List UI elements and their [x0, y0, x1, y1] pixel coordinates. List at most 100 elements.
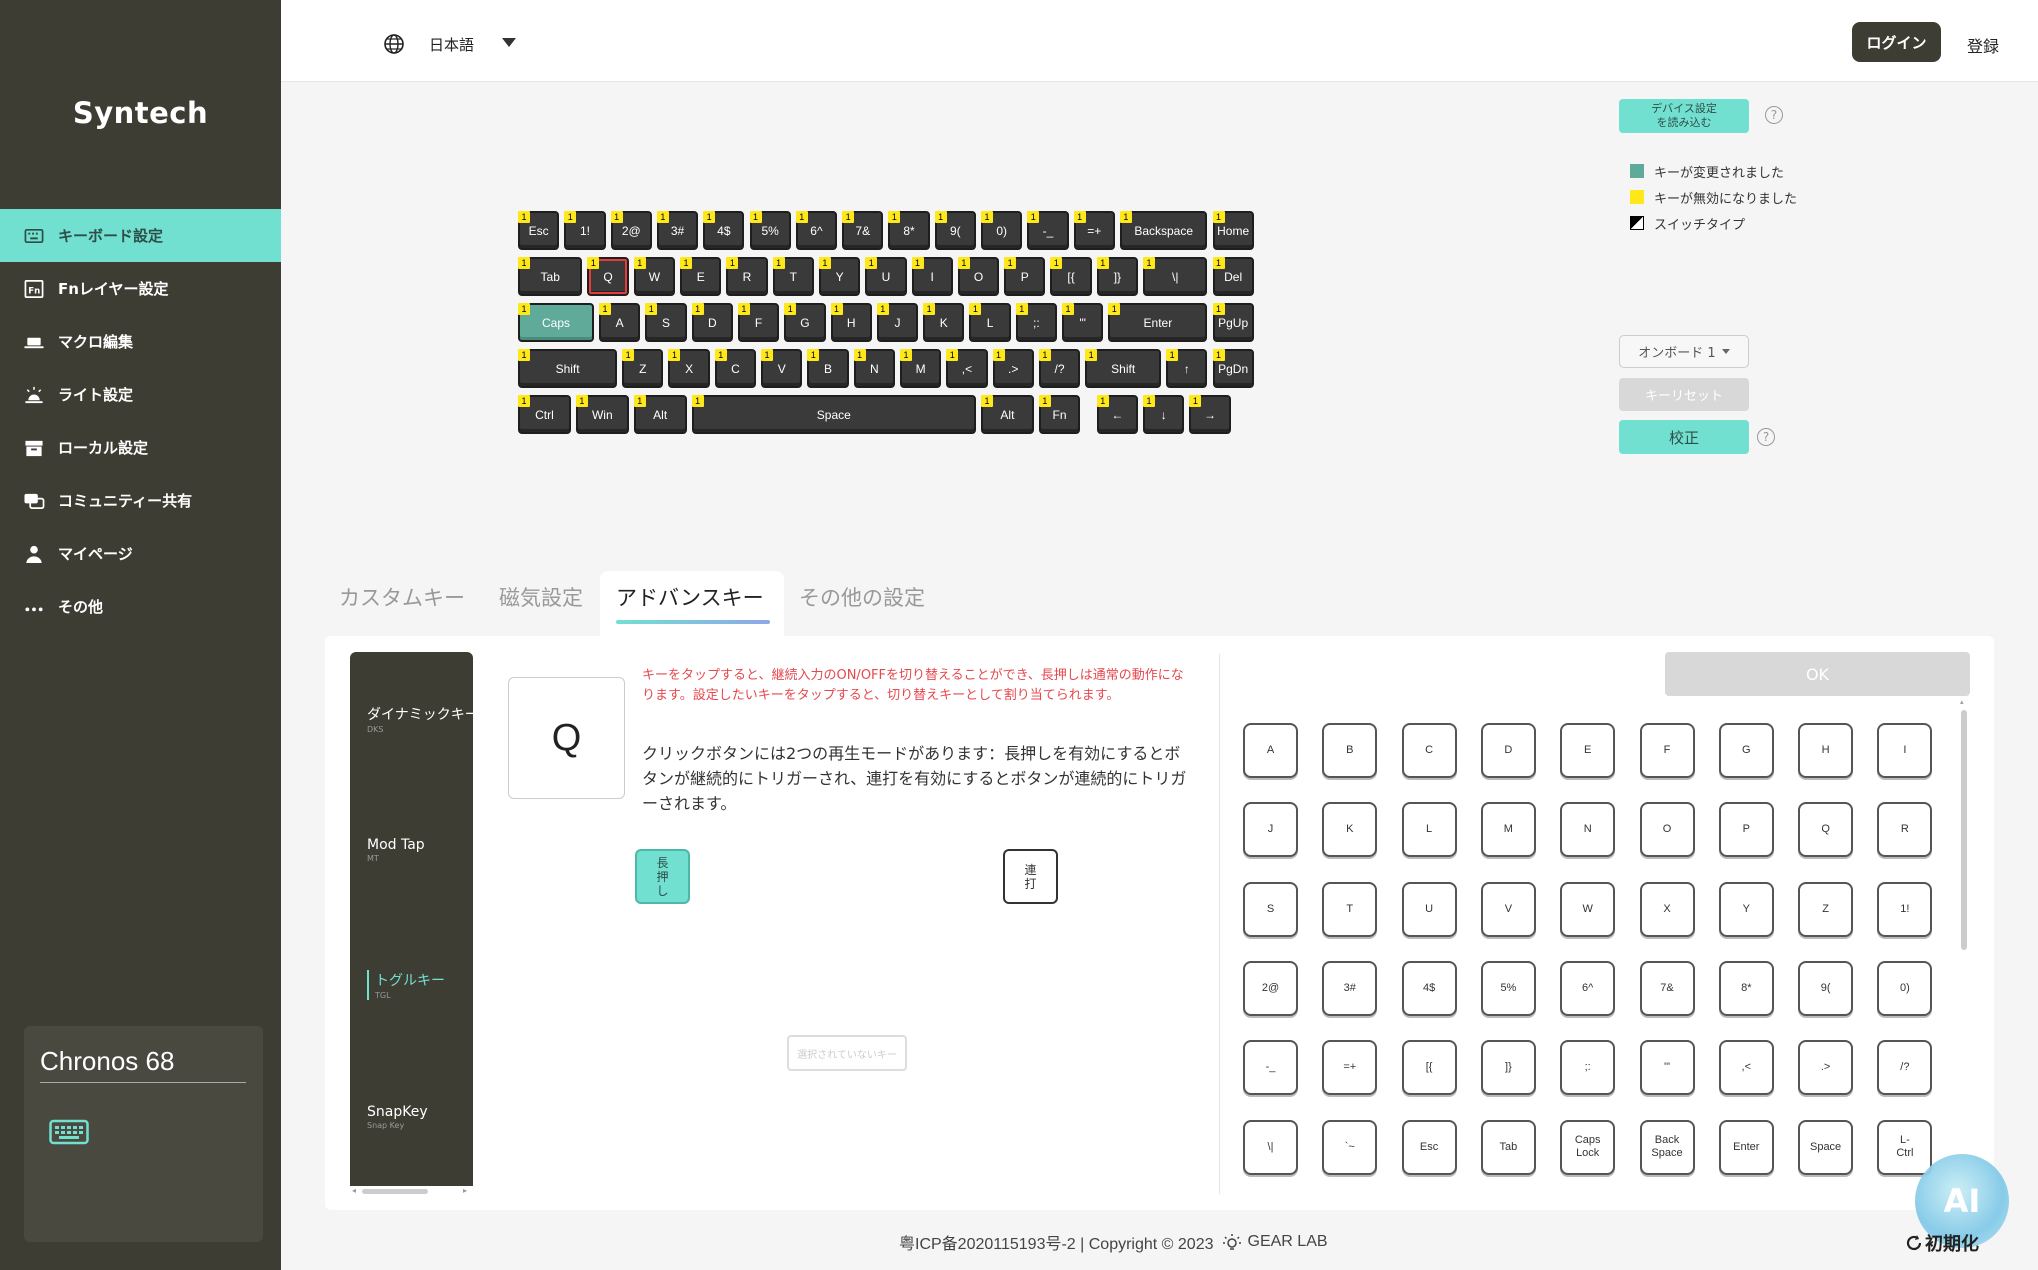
device-card[interactable]: Chronos 68	[24, 1026, 263, 1242]
key-option[interactable]: 3#	[1322, 960, 1378, 1016]
key-3-6[interactable]: 1N	[853, 349, 895, 388]
key-option[interactable]: Tab	[1480, 1119, 1536, 1175]
key-0-4[interactable]: 1 4$	[703, 211, 745, 250]
tab-other-settings[interactable]: その他の設定	[799, 582, 925, 612]
tab-magnetic-settings[interactable]: 磁気設定	[499, 582, 583, 612]
key-4-0[interactable]: 1 Ctrl	[518, 395, 571, 434]
key-2-0[interactable]: 1 Caps	[518, 303, 595, 342]
key-0-10[interactable]: 1 0)	[981, 211, 1023, 250]
mode-list-scrollbar[interactable]: ◂ ▸	[350, 1186, 473, 1196]
read-device-settings-button[interactable]: デバイス設定 を読み込む	[1619, 99, 1749, 133]
advanced-mode-2[interactable]: トグルキー TGL	[367, 970, 445, 1000]
key-4-6[interactable]: 1 ←	[1096, 395, 1139, 434]
key-option[interactable]: L- Ctrl	[1877, 1119, 1933, 1175]
key-option[interactable]: -_	[1243, 1040, 1298, 1096]
key-2-5[interactable]: 1G	[784, 303, 826, 342]
key-option[interactable]: G	[1718, 723, 1774, 778]
key-option[interactable]: 1!	[1877, 881, 1933, 937]
key-2-6[interactable]: 1H	[830, 303, 872, 342]
key-3-11[interactable]: 1 Shift	[1085, 349, 1162, 388]
key-1-8[interactable]: 1I	[911, 257, 953, 296]
key-option[interactable]: Enter	[1718, 1119, 1774, 1175]
key-option[interactable]: F	[1639, 723, 1695, 778]
key-1-7[interactable]: 1U	[865, 257, 907, 296]
key-2-8[interactable]: 1K	[923, 303, 965, 342]
rapid-fire-button[interactable]: 連打	[1003, 849, 1058, 904]
sidebar-item-1[interactable]: Fn Fnレイヤー設定	[0, 262, 281, 315]
key-option[interactable]: A	[1243, 723, 1298, 778]
language-select[interactable]: 日本語	[429, 34, 474, 55]
key-option[interactable]: W	[1560, 881, 1616, 937]
sidebar-item-3[interactable]: ライト設定	[0, 368, 281, 421]
sidebar-item-7[interactable]: その他	[0, 580, 281, 633]
key-3-12[interactable]: 1 ↑	[1166, 349, 1208, 388]
key-option[interactable]: 4$	[1401, 960, 1457, 1016]
key-option[interactable]: J	[1243, 802, 1298, 858]
key-0-11[interactable]: 1 -_	[1027, 211, 1069, 250]
key-option[interactable]: ,<	[1718, 1040, 1774, 1096]
key-1-11[interactable]: 1 [{	[1050, 257, 1092, 296]
key-0-2[interactable]: 1 2@	[610, 211, 652, 250]
key-option[interactable]: P	[1718, 802, 1774, 858]
key-option[interactable]: ]}	[1480, 1040, 1536, 1096]
scroll-thumb[interactable]	[1961, 710, 1967, 950]
key-4-5[interactable]: 1 Fn	[1038, 395, 1081, 434]
key-option[interactable]: L	[1401, 802, 1457, 858]
calibrate-button[interactable]: 校正	[1619, 420, 1749, 454]
onboard-profile-select[interactable]: オンボード 1	[1619, 335, 1749, 368]
sidebar-item-4[interactable]: ローカル設定	[0, 421, 281, 474]
key-1-2[interactable]: 1W	[633, 257, 676, 296]
key-2-12[interactable]: 1 Enter	[1108, 303, 1208, 342]
tab-advanced-keys[interactable]: アドバンスキー	[616, 582, 764, 612]
key-3-0[interactable]: 1 Shift	[518, 349, 618, 388]
key-option[interactable]: Z	[1798, 881, 1854, 937]
register-link[interactable]: 登録	[1967, 33, 1999, 57]
sidebar-item-5[interactable]: コミュニティー共有	[0, 474, 281, 527]
key-2-11[interactable]: 1 '"	[1062, 303, 1104, 342]
login-button[interactable]: ログイン	[1852, 22, 1941, 62]
key-option[interactable]: H	[1798, 723, 1854, 778]
key-0-1[interactable]: 1 1!	[564, 211, 606, 250]
key-0-5[interactable]: 1 5%	[749, 211, 791, 250]
key-0-12[interactable]: 1 =+	[1073, 211, 1115, 250]
help-icon[interactable]: ?	[1757, 428, 1775, 446]
key-0-9[interactable]: 1 9(	[934, 211, 976, 250]
scroll-thumb[interactable]	[362, 1189, 428, 1194]
key-option[interactable]: Q	[1798, 802, 1854, 858]
key-4-3[interactable]: 1 Space	[691, 395, 976, 434]
key-0-3[interactable]: 1 3#	[656, 211, 699, 250]
scroll-right-icon[interactable]: ▸	[463, 1186, 467, 1195]
key-0-13[interactable]: 1 Backspace	[1119, 211, 1208, 250]
key-1-6[interactable]: 1Y	[818, 257, 861, 296]
sidebar-item-2[interactable]: マクロ編集	[0, 315, 281, 368]
key-4-2[interactable]: 1 Alt	[633, 395, 687, 434]
key-option[interactable]: 8*	[1718, 960, 1774, 1016]
key-3-4[interactable]: 1V	[761, 349, 803, 388]
key-2-9[interactable]: 1L	[969, 303, 1011, 342]
sidebar-item-6[interactable]: マイページ	[0, 527, 281, 580]
key-option[interactable]: Caps Lock	[1560, 1119, 1616, 1175]
key-1-5[interactable]: 1T	[772, 257, 814, 296]
key-option[interactable]: '"	[1639, 1040, 1695, 1096]
key-option[interactable]: T	[1322, 881, 1378, 937]
key-option[interactable]: 0)	[1877, 960, 1933, 1016]
key-1-13[interactable]: 1 \|	[1143, 257, 1208, 296]
key-option[interactable]: B	[1322, 723, 1378, 778]
key-3-1[interactable]: 1Z	[622, 349, 664, 388]
help-icon[interactable]: ?	[1765, 106, 1783, 124]
long-press-button[interactable]: 長押し	[635, 849, 690, 904]
key-option[interactable]: ;:	[1560, 1040, 1616, 1096]
key-option[interactable]: [{	[1401, 1040, 1457, 1096]
key-grid-scrollbar[interactable]: ▴	[1960, 698, 1968, 1182]
key-reset-button[interactable]: キーリセット	[1619, 378, 1749, 411]
key-0-0[interactable]: 1 Esc	[518, 211, 560, 250]
scroll-left-icon[interactable]: ◂	[352, 1186, 356, 1195]
key-2-13[interactable]: 1 PgUp	[1212, 303, 1254, 342]
key-option[interactable]: /?	[1877, 1040, 1933, 1096]
key-3-2[interactable]: 1X	[668, 349, 710, 388]
key-option[interactable]: R	[1877, 802, 1933, 858]
key-1-14[interactable]: 1 Del	[1212, 257, 1254, 296]
chevron-down-icon[interactable]	[502, 38, 516, 47]
key-option[interactable]: D	[1480, 723, 1536, 778]
key-1-3[interactable]: 1E	[680, 257, 722, 296]
